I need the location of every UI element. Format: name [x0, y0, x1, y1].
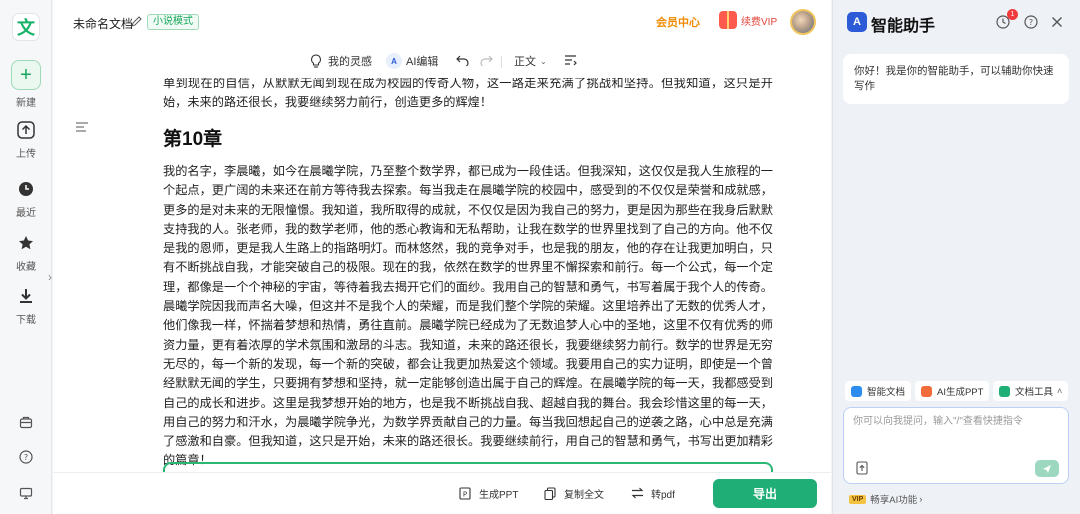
vip-ai-link[interactable]: VIP 畅享AI功能 ›	[849, 492, 922, 506]
favorite-label: 收藏	[16, 262, 36, 273]
send-button[interactable]	[1035, 460, 1059, 477]
chip-ai-ppt[interactable]: AI生成PPT	[915, 381, 990, 401]
download-icon	[15, 285, 37, 307]
upload-button[interactable]: 上传	[0, 119, 52, 160]
clock-icon	[15, 178, 37, 200]
chevron-right-icon: ›	[919, 493, 923, 505]
upload-label: 上传	[16, 149, 36, 160]
chip-doc-tools-label: 文档工具	[1015, 387, 1054, 398]
assistant-panel: A 智能助手 1 ? 你好！我是你的智能助手，可以辅助你快速写作 智能文档 AI…	[832, 0, 1080, 514]
copy-icon	[544, 486, 558, 501]
close-icon[interactable]	[1051, 15, 1065, 29]
new-button[interactable]: + 新建	[0, 60, 52, 109]
download-label: 下载	[16, 315, 36, 326]
doc-title[interactable]: 未命名文档	[73, 15, 133, 32]
attach-icon[interactable]	[856, 461, 870, 475]
inspiration-button[interactable]: 我的灵感	[309, 53, 372, 69]
recent-button[interactable]: 最近	[0, 178, 52, 219]
previous-paragraph: 单到现在的自信，从默默无闻到现在成为校园的传奇人物，这一路走来充满了挑战和坚持。…	[163, 78, 773, 110]
toolbox-icon[interactable]	[16, 412, 36, 432]
prompt-box	[843, 407, 1069, 484]
chapter-body: 我的名字，李晨曦，如今在晨曦学院，乃至整个数学界，都已成为一段佳话。但我深知，这…	[163, 164, 773, 468]
outline-icon[interactable]	[75, 120, 89, 134]
upload-icon	[15, 119, 37, 141]
text-format-icon	[563, 53, 577, 67]
vip-center-link[interactable]: 会员中心	[656, 14, 700, 30]
ppt-icon	[921, 385, 932, 397]
style-label: 正文	[514, 56, 536, 68]
continue-writing-box[interactable]	[163, 462, 773, 472]
avatar[interactable]	[790, 9, 816, 35]
chip-smart-doc-label: 智能文档	[867, 387, 906, 398]
plus-icon: +	[11, 60, 41, 90]
convert-icon	[631, 487, 645, 501]
help-circle-icon[interactable]: ?	[1024, 15, 1038, 29]
gift-icon	[719, 11, 737, 29]
vip-tag: VIP	[849, 494, 867, 504]
chevron-up-icon: ˄	[1057, 386, 1063, 396]
chapter-heading: 第10章	[163, 129, 223, 150]
chip-doc-tools[interactable]: 文档工具 ˄	[993, 381, 1069, 401]
tools-icon	[999, 385, 1010, 397]
left-rail: 文 + 新建 上传 最近 收藏 下载 ?	[0, 0, 52, 514]
chip-ai-ppt-label: AI生成PPT	[937, 387, 984, 398]
greeting-message: 你好！我是你的智能助手，可以辅助你快速写作	[843, 54, 1069, 104]
editor-canvas[interactable]: 单到现在的自信，从默默无闻到现在成为校园的传奇人物，这一路走来充满了挑战和坚持。…	[53, 78, 831, 472]
undo-icon	[455, 53, 469, 67]
to-pdf-button[interactable]: 转pdf	[631, 486, 675, 501]
lightbulb-icon	[309, 54, 323, 68]
new-label: 新建	[16, 98, 36, 109]
export-button[interactable]: 导出	[713, 479, 817, 508]
inspiration-label: 我的灵感	[328, 56, 372, 68]
redo-icon	[479, 53, 493, 67]
ai-icon: A	[386, 53, 402, 69]
ppt-icon: P	[459, 486, 473, 501]
mode-badge[interactable]: 小说模式	[147, 14, 199, 30]
chevron-down-icon: ⌄	[540, 56, 547, 66]
notification-badge: 1	[1007, 9, 1018, 20]
format-button[interactable]	[563, 53, 582, 67]
assistant-title: 智能助手	[871, 18, 936, 35]
app-logo-icon[interactable]: 文	[12, 13, 40, 41]
ai-edit-button[interactable]: A AI编辑	[386, 53, 438, 69]
undo-button[interactable]	[455, 53, 474, 67]
svg-text:?: ?	[24, 453, 28, 462]
gen-ppt-label: 生成PPT	[479, 490, 519, 501]
favorite-button[interactable]: 收藏	[0, 232, 52, 273]
chip-smart-doc[interactable]: 智能文档	[845, 381, 912, 401]
svg-text:P: P	[463, 490, 467, 498]
app-window: 文 + 新建 上传 最近 收藏 下载 ? › 未命名文档 小说模式 会员中心 续…	[0, 0, 1080, 514]
device-icon[interactable]	[16, 483, 36, 503]
doc-icon	[851, 385, 862, 397]
prompt-input[interactable]	[853, 415, 1061, 453]
svg-text:?: ?	[1029, 18, 1033, 27]
star-icon	[15, 232, 37, 254]
gen-ppt-button[interactable]: P 生成PPT	[459, 486, 518, 501]
bottom-bar: P 生成PPT 复制全文 转pdf 导出	[53, 472, 831, 514]
editor-toolbar: 我的灵感 A AI编辑 正文 ⌄	[53, 44, 831, 78]
send-icon	[1043, 464, 1051, 473]
recent-label: 最近	[16, 208, 36, 219]
renew-vip-label: 续费VIP	[741, 16, 778, 28]
copy-all-button[interactable]: 复制全文	[544, 486, 604, 501]
pencil-icon[interactable]	[131, 14, 143, 27]
download-button[interactable]: 下载	[0, 285, 52, 326]
vip-ai-label: 畅享AI功能	[870, 495, 918, 506]
help-icon[interactable]: ?	[16, 447, 36, 467]
copy-all-label: 复制全文	[564, 490, 604, 501]
toolbar-divider	[501, 56, 502, 68]
style-select[interactable]: 正文 ⌄	[514, 53, 547, 69]
assistant-logo-icon: A	[847, 12, 867, 32]
doc-header: 未命名文档 小说模式 会员中心 续费VIP	[53, 0, 831, 44]
to-pdf-label: 转pdf	[651, 490, 675, 501]
renew-vip-button[interactable]: 续费VIP	[719, 11, 777, 29]
redo-button[interactable]	[479, 53, 498, 67]
ai-edit-label: AI编辑	[406, 56, 439, 68]
